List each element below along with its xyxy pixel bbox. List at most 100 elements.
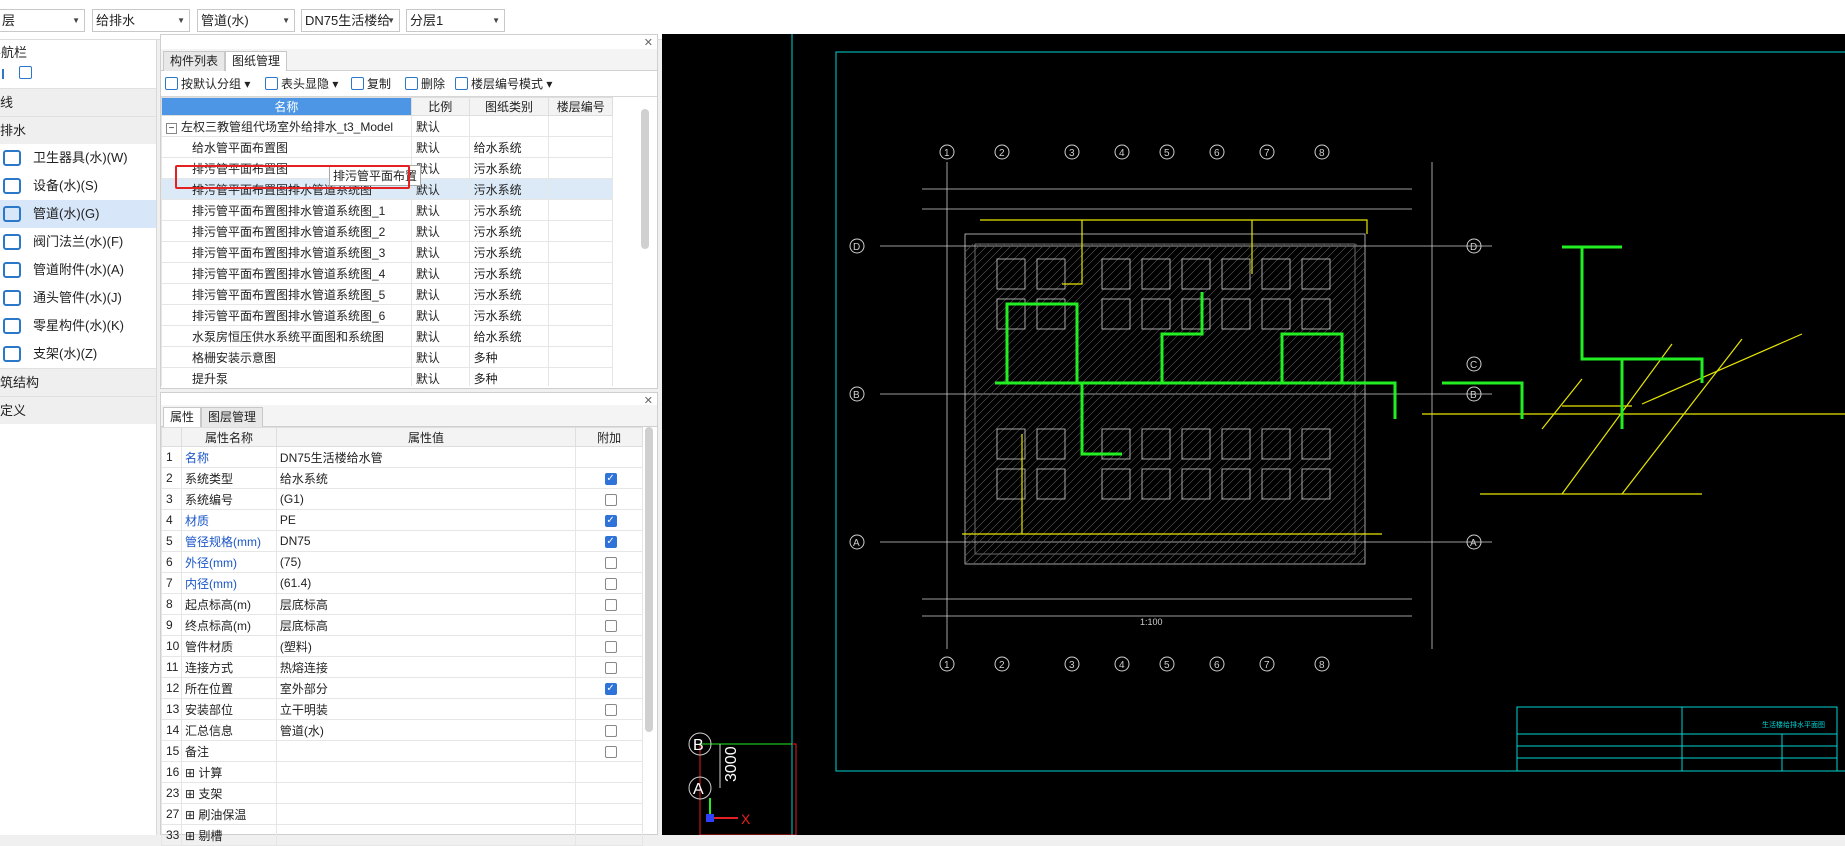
component-select[interactable]: DN75生活楼给 ▼ (301, 9, 400, 32)
property-value[interactable]: (75) (275, 551, 577, 573)
property-value[interactable]: DN75 (275, 530, 577, 552)
table-row[interactable]: 排污管平面布置图排水管道系统图_1 默认 污水系统 (161, 199, 613, 221)
close-icon[interactable]: ✕ (644, 36, 653, 49)
table-row[interactable]: 格栅安装示意图 默认 多种 (161, 346, 613, 368)
property-row[interactable]: 23 ⊞ 支架 (161, 782, 643, 804)
extra-checkbox[interactable] (604, 577, 617, 590)
property-value[interactable]: 立干明装 (275, 698, 577, 720)
property-row[interactable]: 16 ⊞ 计算 (161, 761, 643, 783)
property-row[interactable]: 27 ⊞ 刷油保温 (161, 803, 643, 825)
tab-layer-management[interactable]: 图层管理 (201, 407, 264, 427)
property-value[interactable]: 层底标高 (275, 593, 577, 615)
property-value[interactable]: 给水系统 (275, 467, 577, 489)
property-row[interactable]: 4 材质 PE ✓ (161, 509, 643, 531)
property-row[interactable]: 33 ⊞ 剔槽 (161, 824, 643, 846)
property-value[interactable] (275, 824, 577, 846)
table-row[interactable]: 排污管平面布置图排水管道系统图_4 默认 污水系统 (161, 262, 613, 284)
property-value[interactable]: DN75生活楼给水管 (275, 446, 577, 468)
property-value[interactable] (275, 761, 577, 783)
property-value[interactable]: (塑料) (275, 635, 577, 657)
property-value[interactable] (275, 782, 577, 804)
discipline-select[interactable]: 给排水 ▼ (92, 9, 190, 32)
extra-checkbox[interactable] (604, 619, 617, 632)
nav-category-custom[interactable]: 定义 (0, 396, 156, 424)
layer-select[interactable]: 分层1 ▼ (406, 9, 505, 32)
property-value[interactable]: 管道(水) (275, 719, 577, 741)
extra-checkbox[interactable]: ✓ (604, 514, 617, 527)
extra-checkbox[interactable] (604, 724, 617, 737)
pin-icon[interactable] (2, 69, 8, 79)
property-row[interactable]: 9 终点标高(m) 层底标高 (161, 614, 643, 636)
extra-checkbox[interactable]: ✓ (604, 472, 617, 485)
delete-button[interactable]: 删除 (405, 76, 445, 92)
floor-select[interactable]: 层 ▼ (0, 9, 85, 32)
extra-checkbox[interactable] (604, 661, 617, 674)
nav-item-equipment[interactable]: 设备(水)(S) (0, 172, 156, 200)
nav-item-misc[interactable]: 零星构件(水)(K) (0, 312, 156, 340)
property-value[interactable] (275, 803, 577, 825)
property-row[interactable]: 2 系统类型 给水系统 ✓ (161, 467, 643, 489)
header-display-button[interactable]: 表头显隐 ▾ (265, 76, 338, 92)
table-row[interactable]: 水泵房恒压供水系统平面图和系统图 默认 给水系统 (161, 325, 613, 347)
nav-category-drainage[interactable]: 排水 (0, 116, 156, 144)
collapse-icon[interactable]: − (166, 122, 177, 134)
property-row[interactable]: 6 外径(mm) (75) (161, 551, 643, 573)
table-row[interactable]: 排污管平面布置图排水管道系统图_6 默认 污水系统 (161, 304, 613, 326)
extra-checkbox[interactable]: ✓ (604, 535, 617, 548)
property-row[interactable]: 14 汇总信息 管道(水) (161, 719, 643, 741)
col-category[interactable]: 图纸类别 (468, 97, 550, 116)
property-row[interactable]: 5 管径规格(mm) DN75 ✓ (161, 530, 643, 552)
col-scale[interactable]: 比例 (410, 97, 470, 116)
property-row[interactable]: 15 备注 (161, 740, 643, 762)
property-row[interactable]: 3 系统编号 (G1) (161, 488, 643, 510)
nav-category-structure[interactable]: 筑结构 (0, 368, 156, 396)
table-row[interactable]: 排污管平面布置图排水管道系统图_2 默认 污水系统 (161, 220, 613, 242)
property-row[interactable]: 12 所在位置 室外部分 ✓ (161, 677, 643, 699)
table-row[interactable]: 排污管平面布置图排水管道系统图_5 默认 污水系统 (161, 283, 613, 305)
table-row-parent[interactable]: − 左权三教管组代场室外给排水_t3_Model 默认 (161, 115, 613, 137)
property-value[interactable]: 层底标高 (275, 614, 577, 636)
nav-item-support[interactable]: 支架(水)(Z) (0, 340, 156, 368)
property-value[interactable]: 室外部分 (275, 677, 577, 699)
extra-checkbox[interactable] (604, 598, 617, 611)
group-button[interactable]: 按默认分组 ▾ (165, 76, 250, 92)
property-row[interactable]: 8 起点标高(m) 层底标高 (161, 593, 643, 615)
property-row[interactable]: 13 安装部位 立干明装 (161, 698, 643, 720)
property-value[interactable]: (G1) (275, 488, 577, 510)
drawing-table-scrollbar[interactable] (641, 109, 649, 249)
col-name[interactable]: 名称 (161, 97, 412, 116)
component-type-select[interactable]: 管道(水) ▼ (197, 9, 295, 32)
extra-checkbox[interactable]: ✓ (604, 682, 617, 695)
table-row[interactable]: 给水管平面布置图 默认 给水系统 (161, 136, 613, 158)
tab-properties[interactable]: 属性 (163, 407, 202, 427)
nav-item-sanitary[interactable]: 卫生器具(水)(W) (0, 144, 156, 172)
extra-checkbox[interactable] (604, 493, 617, 506)
extra-checkbox[interactable] (604, 556, 617, 569)
property-value[interactable]: PE (275, 509, 577, 531)
copy-button[interactable]: 复制 (351, 76, 391, 92)
property-row[interactable]: 11 连接方式 热熔连接 (161, 656, 643, 678)
property-row[interactable]: 1 名称 DN75生活楼给水管 (161, 446, 643, 468)
properties-scrollbar[interactable] (645, 427, 653, 732)
property-value[interactable]: (61.4) (275, 572, 577, 594)
nav-item-fitting[interactable]: 通头管件(水)(J) (0, 284, 156, 312)
extra-checkbox[interactable] (604, 745, 617, 758)
edit-icon[interactable] (19, 66, 33, 79)
property-row[interactable]: 10 管件材质 (塑料) (161, 635, 643, 657)
floor-mode-button[interactable]: 楼层编号模式 ▾ (455, 76, 552, 92)
table-row[interactable]: 排污管平面布置图排水管道系统图_3 默认 污水系统 (161, 241, 613, 263)
nav-category-line[interactable]: 线 (0, 88, 156, 116)
extra-checkbox[interactable] (604, 703, 617, 716)
tab-component-list[interactable]: 构件列表 (163, 51, 226, 71)
tab-drawing-management[interactable]: 图纸管理 (225, 51, 288, 71)
col-floor-number[interactable]: 楼层编号 (548, 97, 613, 116)
property-value[interactable]: 热熔连接 (275, 656, 577, 678)
property-row[interactable]: 7 内径(mm) (61.4) (161, 572, 643, 594)
nav-item-pipe-accessory[interactable]: 管道附件(水)(A) (0, 256, 156, 284)
cad-viewport[interactable]: 1122334455667788DBADCBA 1:100 生活楼给排水平面图 … (662, 34, 1845, 835)
table-row[interactable]: 提升泵 默认 多种 (161, 367, 613, 386)
property-value[interactable] (275, 740, 577, 762)
nav-item-valve[interactable]: 阀门法兰(水)(F) (0, 228, 156, 256)
extra-checkbox[interactable] (604, 640, 617, 653)
nav-item-pipe[interactable]: 管道(水)(G) (0, 200, 156, 228)
